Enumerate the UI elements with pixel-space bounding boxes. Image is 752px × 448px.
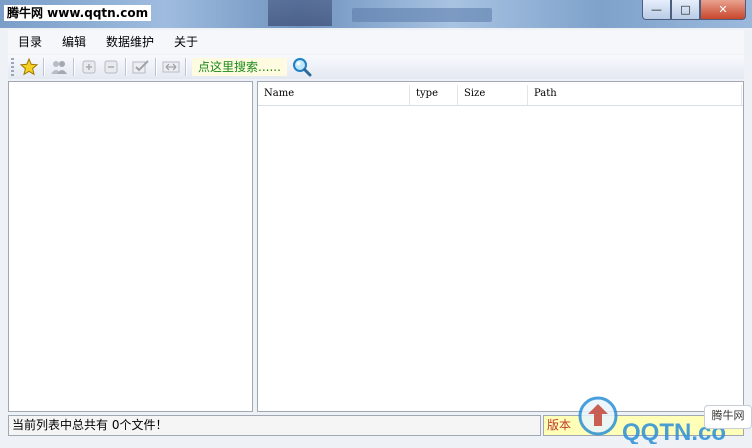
search-input[interactable]: 点这里搜索...... [192, 58, 287, 76]
column-header-name[interactable]: Name [258, 85, 410, 105]
users-button[interactable] [48, 57, 70, 77]
toolbar: 点这里搜索...... [8, 55, 744, 79]
status-message: 当前列表中总共有 0个文件！ [8, 415, 541, 436]
search-button[interactable] [291, 57, 313, 77]
column-header-type[interactable]: type [410, 85, 458, 105]
menu-data-maintenance[interactable]: 数据维护 [96, 31, 164, 53]
toolbar-separator [155, 58, 157, 76]
file-list-panel[interactable]: Name type Size Path [257, 81, 744, 412]
close-button[interactable]: ✕ [700, 0, 746, 20]
toolbar-separator [185, 58, 187, 76]
window-title: 腾牛网 www.qqtn.com [4, 5, 152, 21]
toolbar-separator [125, 58, 127, 76]
favorites-button[interactable] [18, 57, 40, 77]
qqtn-watermark-badge: 腾牛网 [704, 405, 752, 429]
column-header-size[interactable]: Size [458, 85, 528, 105]
title-bar-background-blur [268, 0, 332, 26]
menu-about[interactable]: 关于 [164, 31, 208, 53]
swap-button[interactable] [160, 57, 182, 77]
check-button[interactable] [130, 57, 152, 77]
file-list-header: Name type Size Path [258, 85, 743, 106]
remove-icon [104, 60, 118, 74]
close-icon: ✕ [718, 3, 728, 16]
users-icon [51, 61, 67, 74]
toolbar-separator [73, 58, 75, 76]
minimize-icon: — [651, 3, 662, 16]
menu-bar: 目录 编辑 数据维护 关于 [8, 30, 744, 54]
directory-tree-panel[interactable] [8, 81, 253, 412]
add-button[interactable] [78, 57, 100, 77]
title-bar-background-blur [352, 8, 492, 22]
add-icon [82, 60, 96, 74]
menu-catalog[interactable]: 目录 [8, 31, 52, 53]
search-icon [292, 58, 312, 77]
swap-icon [162, 61, 180, 73]
menu-edit[interactable]: 编辑 [52, 31, 96, 53]
minimize-button[interactable]: — [642, 0, 671, 20]
column-header-path[interactable]: Path [528, 85, 742, 105]
title-bar[interactable]: 腾牛网 www.qqtn.com — □ ✕ [0, 0, 752, 28]
star-icon [20, 58, 38, 76]
maximize-button[interactable]: □ [671, 0, 700, 20]
toolbar-separator [43, 58, 45, 76]
remove-button[interactable] [100, 57, 122, 77]
window-controls: — □ ✕ [642, 0, 746, 20]
toolbar-grip[interactable] [11, 58, 14, 76]
check-icon [132, 60, 149, 74]
app-window: 腾牛网 www.qqtn.com — □ ✕ 目录 编辑 数据维护 关于 点这里… [0, 0, 752, 448]
maximize-icon: □ [680, 3, 691, 16]
